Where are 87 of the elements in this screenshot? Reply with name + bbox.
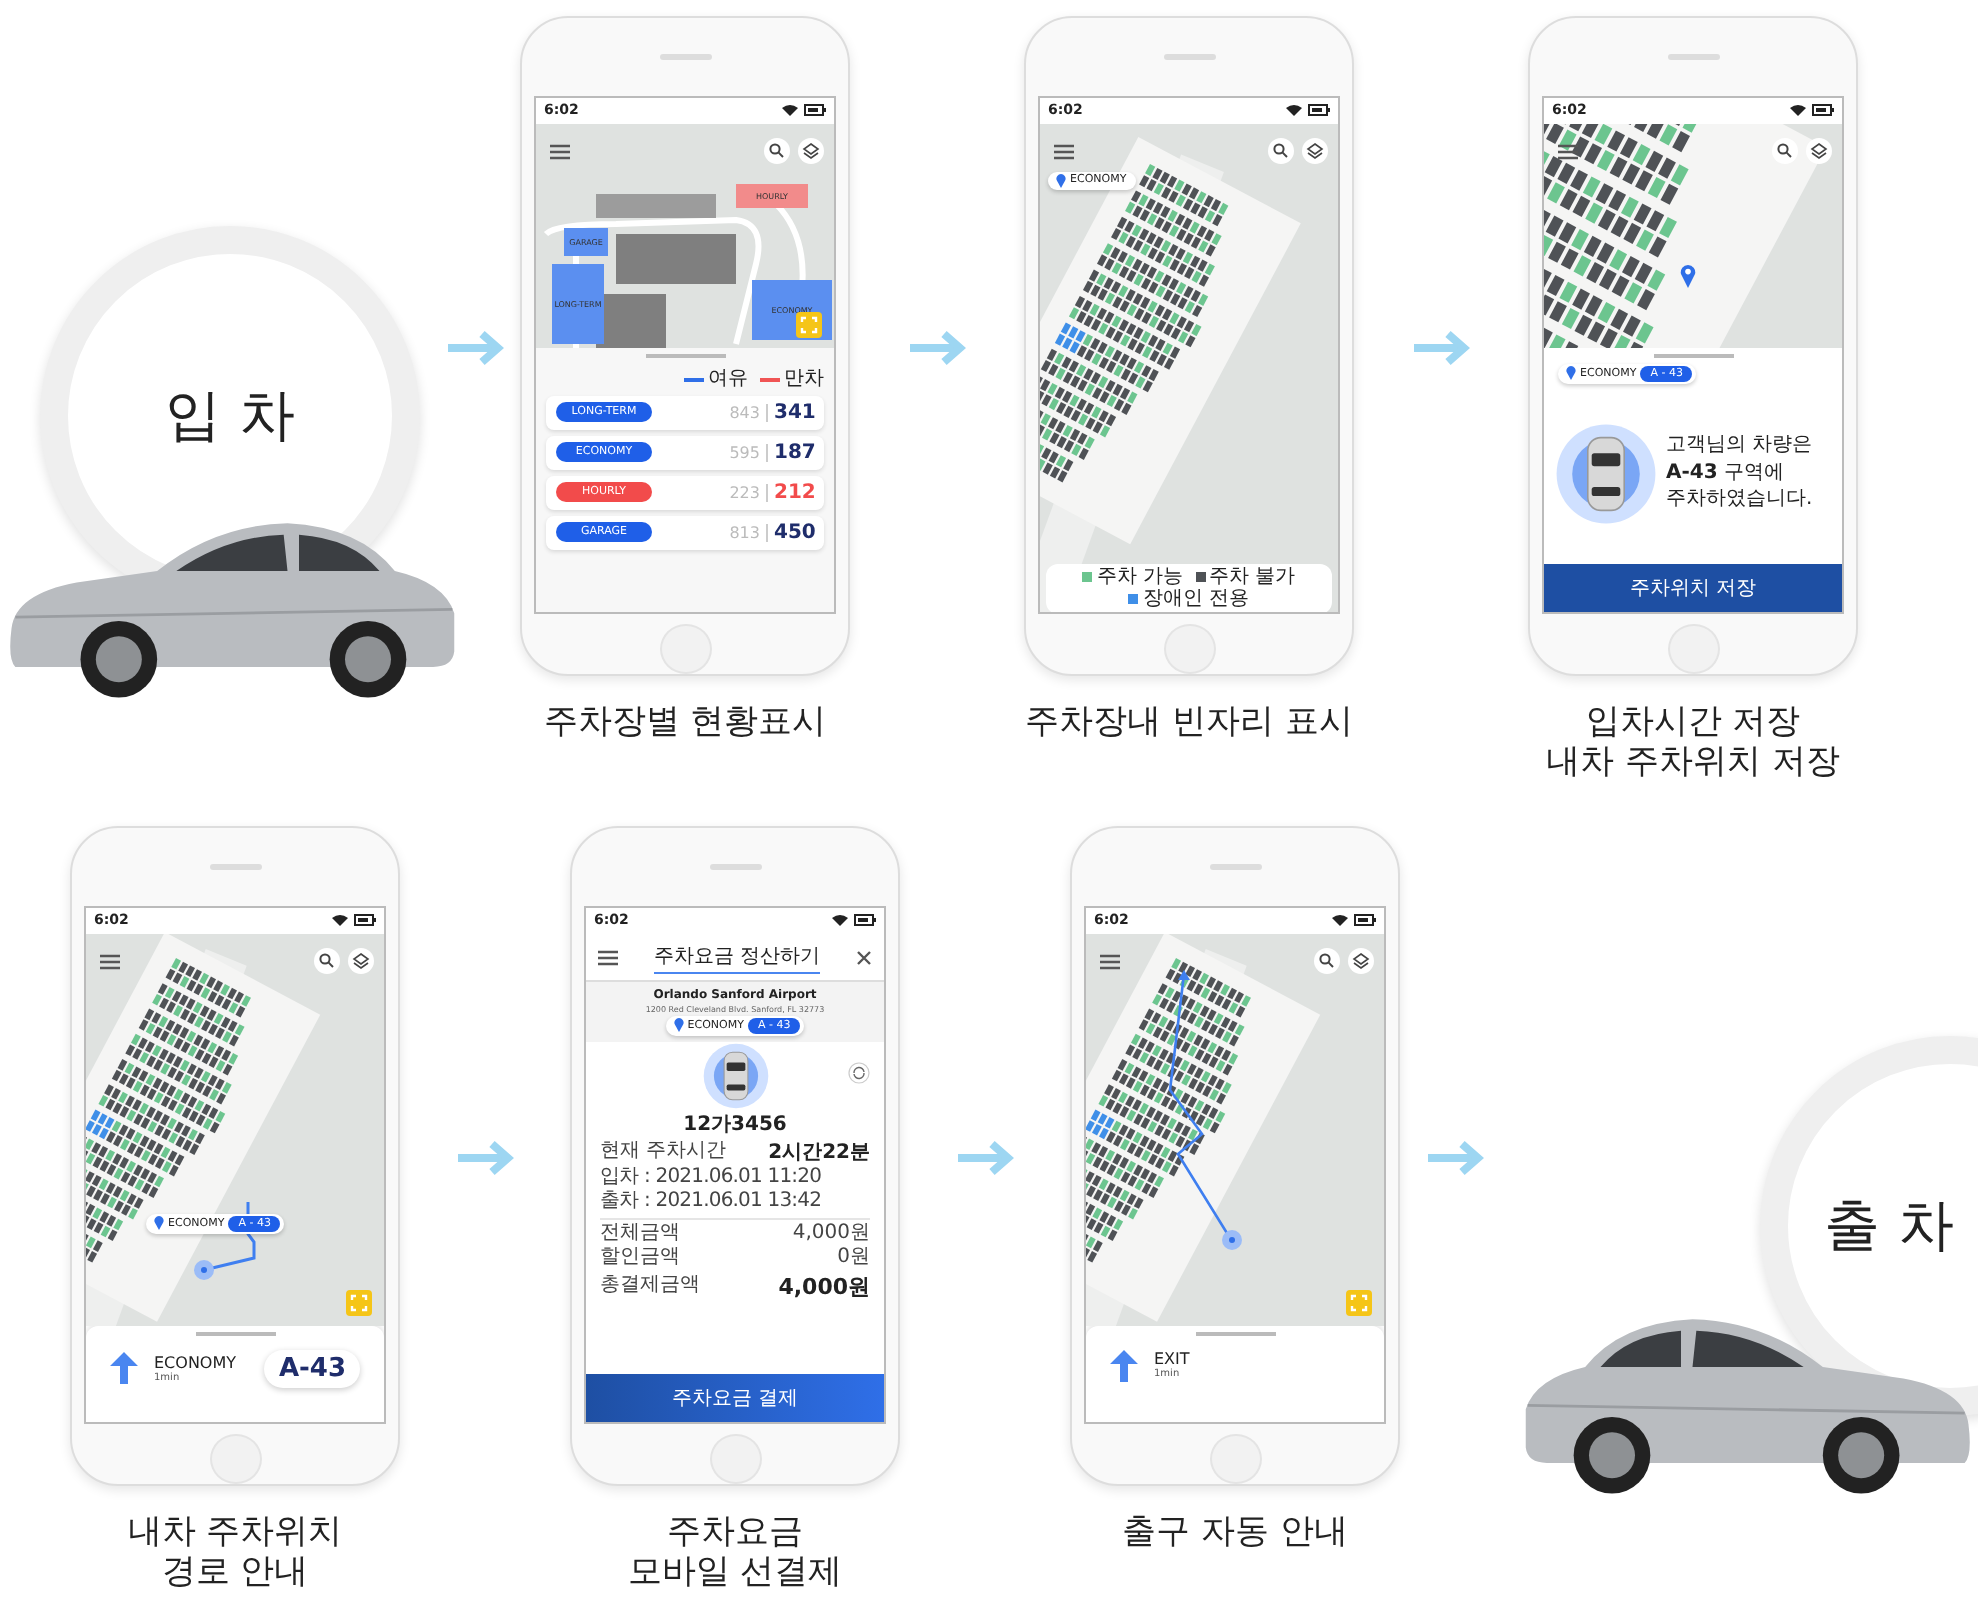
total-value: 4,000원 [778, 1271, 870, 1302]
location-dot [194, 1259, 214, 1280]
up-arrow-icon [110, 1352, 138, 1385]
duration-value: 2시간22분 [768, 1139, 870, 1166]
menu-icon[interactable] [1054, 143, 1074, 160]
search-icon[interactable] [1772, 137, 1798, 164]
total-count: 843 [729, 403, 768, 422]
step-caption: 입차시간 저장 내차 주차위치 저장 [1546, 704, 1840, 783]
duration-label: 현재 주차시간 [600, 1139, 727, 1165]
battery-icon [854, 914, 876, 927]
stage-label: 출 차 [1824, 1190, 1954, 1262]
available-count: 212 [772, 481, 814, 504]
battery-icon [1308, 104, 1330, 117]
search-icon[interactable] [1268, 137, 1294, 164]
total-count: 813 [729, 523, 768, 542]
available-count: 450 [772, 521, 814, 544]
layers-icon[interactable] [1806, 137, 1832, 164]
expand-button[interactable] [796, 311, 822, 338]
pay-button[interactable]: 주차요금 결제 [586, 1373, 884, 1421]
total-count: 595 [729, 443, 768, 462]
menu-icon[interactable] [100, 953, 120, 970]
destination-name: EXIT [1154, 1350, 1190, 1369]
charge-value: 4,000원 [792, 1221, 870, 1247]
menu-icon[interactable] [598, 949, 618, 966]
pin-icon [154, 1216, 164, 1231]
wifi-icon [1286, 104, 1302, 117]
right-arrow-icon [957, 1140, 1013, 1176]
pin-icon [1566, 366, 1576, 381]
total-label: 총결제금액 [600, 1274, 700, 1300]
location-dot [1222, 1229, 1242, 1250]
step-caption: 내차 주차위치 경로 안내 [127, 1514, 343, 1593]
layers-icon[interactable] [348, 947, 374, 974]
legend-label: 주차 가능 [1096, 567, 1183, 588]
pin-icon [1680, 263, 1696, 288]
car-top-view-drawing [701, 1041, 769, 1110]
total-count: 223 [729, 483, 768, 502]
layers-icon[interactable] [798, 137, 824, 164]
pin-icon [673, 1018, 684, 1033]
battery-icon [354, 914, 376, 927]
destination-name: ECONOMY [154, 1353, 237, 1372]
layers-icon[interactable] [1302, 137, 1328, 164]
pin-icon [1056, 173, 1066, 188]
right-arrow-icon [909, 330, 965, 366]
charge-label: 전체금액 [600, 1221, 680, 1247]
charge-label: 할인금액 [600, 1246, 680, 1272]
search-icon[interactable] [1314, 947, 1340, 974]
parking-message: 고객님의 차량은 A-43 구역에 주차하였습니다. [1666, 432, 1813, 514]
wifi-icon [832, 914, 848, 927]
battery-icon [804, 104, 826, 117]
right-arrow-icon [1427, 1140, 1483, 1176]
battery-icon [1812, 104, 1834, 117]
legend-label: 여유 [708, 369, 748, 390]
wifi-icon [782, 104, 798, 117]
exit-time: 출차 : 2021.06.01 13:42 [600, 1190, 870, 1220]
spot-badge: A-43 [264, 1349, 360, 1388]
right-arrow-icon [1413, 330, 1469, 366]
wifi-icon [332, 914, 348, 927]
battery-icon [1354, 914, 1376, 927]
legend-label: 주차 불가 [1209, 567, 1296, 588]
right-arrow-icon [447, 330, 503, 366]
available-count: 187 [772, 441, 814, 464]
legend-label: 만차 [784, 369, 824, 390]
wifi-icon [1332, 914, 1348, 927]
charge-value: 0원 [837, 1246, 870, 1272]
legend-label: 장애인 전용 [1142, 589, 1250, 610]
menu-icon[interactable] [1100, 953, 1120, 970]
search-icon[interactable] [764, 137, 790, 164]
menu-icon[interactable] [1558, 143, 1578, 160]
plate-number: 12가3456 [681, 1111, 789, 1138]
right-arrow-icon [457, 1140, 513, 1176]
menu-icon[interactable] [550, 143, 570, 160]
save-location-button[interactable]: 주차위치 저장 [1544, 563, 1842, 611]
search-icon[interactable] [314, 947, 340, 974]
stage-label: 입 차 [165, 380, 295, 452]
wifi-icon [1790, 104, 1806, 117]
layers-icon[interactable] [1348, 947, 1374, 974]
step-caption: 주차장내 빈자리 표시 [1025, 704, 1353, 744]
entry-time: 입차 : 2021.06.01 11:20 [600, 1165, 824, 1190]
available-count: 341 [772, 401, 814, 424]
step-caption: 주차장별 현황표시 [543, 704, 827, 744]
screen-title: 주차요금 정산하기 [653, 941, 821, 974]
step-caption: 출구 자동 안내 [1122, 1514, 1348, 1554]
car-top-view-drawing [1554, 421, 1658, 526]
step-caption: 주차요금 모바일 선결제 [627, 1514, 843, 1593]
up-arrow-icon [1110, 1349, 1138, 1382]
refresh-button[interactable] [848, 1061, 870, 1084]
close-icon[interactable] [856, 949, 872, 966]
